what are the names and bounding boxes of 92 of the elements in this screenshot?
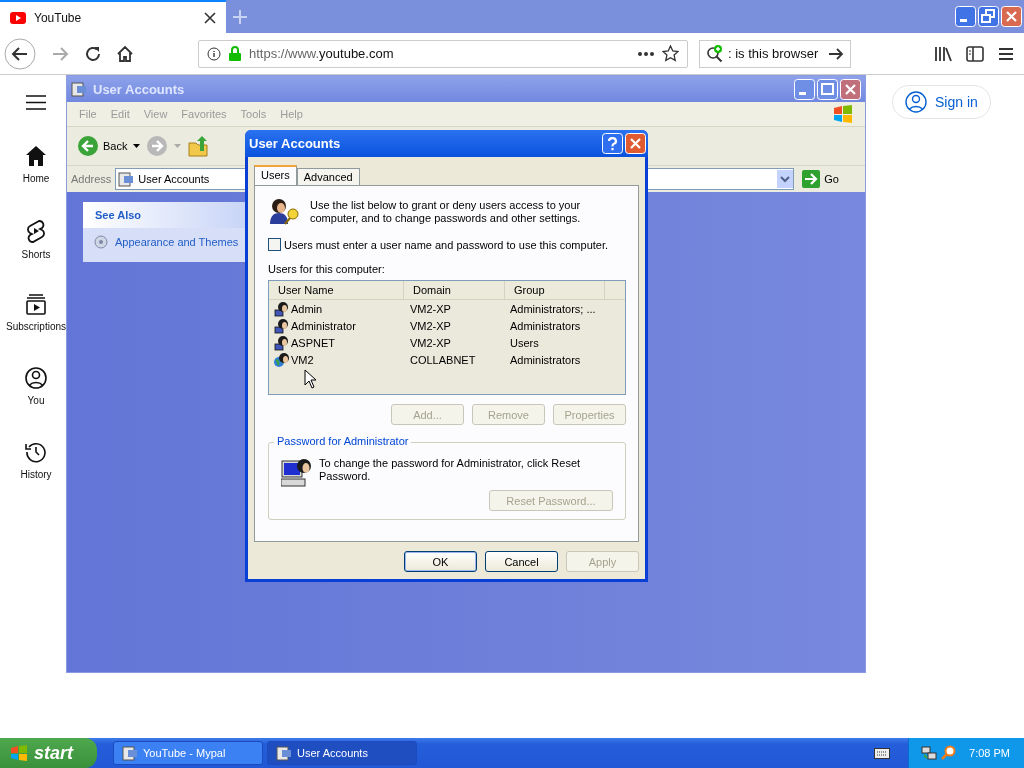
help-icon[interactable] <box>602 133 623 154</box>
arrow-right-icon[interactable] <box>828 45 844 62</box>
library-icon[interactable] <box>934 45 952 62</box>
window-icon <box>122 745 138 761</box>
user-name-cell[interactable]: ASPNET <box>291 336 335 349</box>
dialog-tab[interactable]: Users <box>254 165 297 185</box>
sidebar-icon[interactable] <box>966 45 984 62</box>
user-icon <box>905 91 927 113</box>
user-icon <box>25 367 47 389</box>
more-icon[interactable] <box>638 51 654 56</box>
clock: 7:08 PM <box>969 747 1010 759</box>
nav-item[interactable]: Shorts <box>21 219 51 293</box>
tab-title: YouTube <box>34 10 83 25</box>
home-icon[interactable] <box>116 44 134 63</box>
window-icon <box>276 745 292 761</box>
group-title: Password for Administrator <box>274 435 412 447</box>
back-icon <box>77 135 99 157</box>
users-key-icon <box>268 196 300 226</box>
folder-icon <box>71 81 87 97</box>
keyboard-icon[interactable] <box>874 747 891 759</box>
caret-icon[interactable] <box>133 144 141 148</box>
column-header[interactable]: User Name <box>269 281 404 299</box>
search-icon[interactable] <box>941 745 958 761</box>
user-name-cell[interactable]: Admin <box>291 302 323 315</box>
star-icon[interactable] <box>662 45 679 62</box>
list-label: Users for this computer: <box>268 263 386 275</box>
windows-flag-icon <box>10 745 28 761</box>
network-icon[interactable] <box>921 745 938 761</box>
back-button[interactable]: Back <box>77 135 128 157</box>
maximize-icon[interactable] <box>817 78 838 100</box>
user-name-cell[interactable]: VM2 <box>291 353 314 366</box>
column-header[interactable]: Domain <box>404 281 505 299</box>
nav-item[interactable]: You <box>25 367 47 441</box>
minimize-icon[interactable] <box>794 78 815 100</box>
user-icon <box>274 317 290 334</box>
dialog-tab[interactable]: Advanced <box>296 168 360 185</box>
minimize-icon[interactable] <box>955 6 976 27</box>
menu-icon[interactable] <box>26 95 46 110</box>
mouse-pointer-icon <box>304 369 317 389</box>
search-icon <box>706 44 724 63</box>
computer-user-icon <box>281 457 313 489</box>
go-button[interactable]: Go <box>798 170 861 188</box>
arrow-right-icon <box>802 170 821 188</box>
play-logo-icon <box>10 11 26 24</box>
history-icon <box>25 441 47 463</box>
address-field[interactable]: https://www.youtube.com <box>198 39 688 68</box>
domain-cell-text: VM2-XP <box>409 302 452 315</box>
lock-icon <box>229 46 241 61</box>
nav-item[interactable]: Subscriptions <box>6 293 66 367</box>
sign-in-button[interactable]: Sign in <box>892 85 991 119</box>
password-hint-text: To change the password for Administrator, click Reset Password. <box>319 457 582 483</box>
group-cell-text: Administrators <box>509 353 582 366</box>
shorts-icon <box>26 219 46 243</box>
subscriptions-icon <box>25 293 47 315</box>
back-icon[interactable] <box>4 37 36 70</box>
group-cell-text: Administrators; ... <box>509 302 597 315</box>
domain-cell-text: VM2-XP <box>409 319 452 332</box>
info-icon <box>207 46 221 61</box>
checkbox[interactable] <box>268 238 281 251</box>
users-list[interactable]: User Name Domain Group Admin VM2-XP Administrators; ... Administrator VM2-XP Administrators ASPNET VM2-XP Users VM2 COLLABNET Administrators <box>268 280 626 395</box>
search-field[interactable]: : is this browser <box>699 39 851 68</box>
restore-icon[interactable] <box>978 6 999 27</box>
nav-item[interactable]: History <box>20 441 52 515</box>
windows-flag-icon <box>833 105 853 123</box>
user-icon <box>274 334 290 351</box>
user-name-cell[interactable]: Administrator <box>291 319 356 332</box>
home-icon <box>25 145 47 167</box>
folder-icon <box>118 171 135 187</box>
nav-item[interactable]: Home <box>22 145 50 219</box>
address-label: Address <box>71 173 112 185</box>
group-cell-text: Users <box>509 336 540 349</box>
globe-user-icon <box>274 351 290 368</box>
dialog-title: User Accounts <box>249 136 341 151</box>
intro-text: Use the list below to grant or deny users access to your computer, and to change passwords and other settings. <box>310 198 582 225</box>
dialog-button[interactable]: OK <box>404 551 477 572</box>
column-header[interactable]: Group <box>505 281 605 299</box>
domain-cell-text: VM2-XP <box>409 336 452 349</box>
taskbar-button[interactable]: User Accounts <box>267 741 417 765</box>
close-icon[interactable] <box>204 11 216 24</box>
user-icon <box>274 300 290 317</box>
menu-icon[interactable] <box>998 46 1014 61</box>
checkbox-label: Users must enter a user name and password to use this computer. <box>284 238 609 251</box>
dialog-button[interactable]: Cancel <box>485 551 558 572</box>
taskbar-button[interactable]: YouTube - Mypal <box>113 741 263 765</box>
group-cell-text: Administrators <box>509 319 582 332</box>
domain-cell-text: COLLABNET <box>409 353 477 366</box>
panel-link[interactable]: Appearance and Themes <box>93 234 243 250</box>
dropdown-icon[interactable] <box>777 170 794 188</box>
browser-tab[interactable]: YouTube <box>0 0 226 33</box>
reload-icon[interactable] <box>84 44 102 63</box>
window-title: User Accounts <box>93 81 185 97</box>
up-folder-icon[interactable] <box>187 135 210 157</box>
